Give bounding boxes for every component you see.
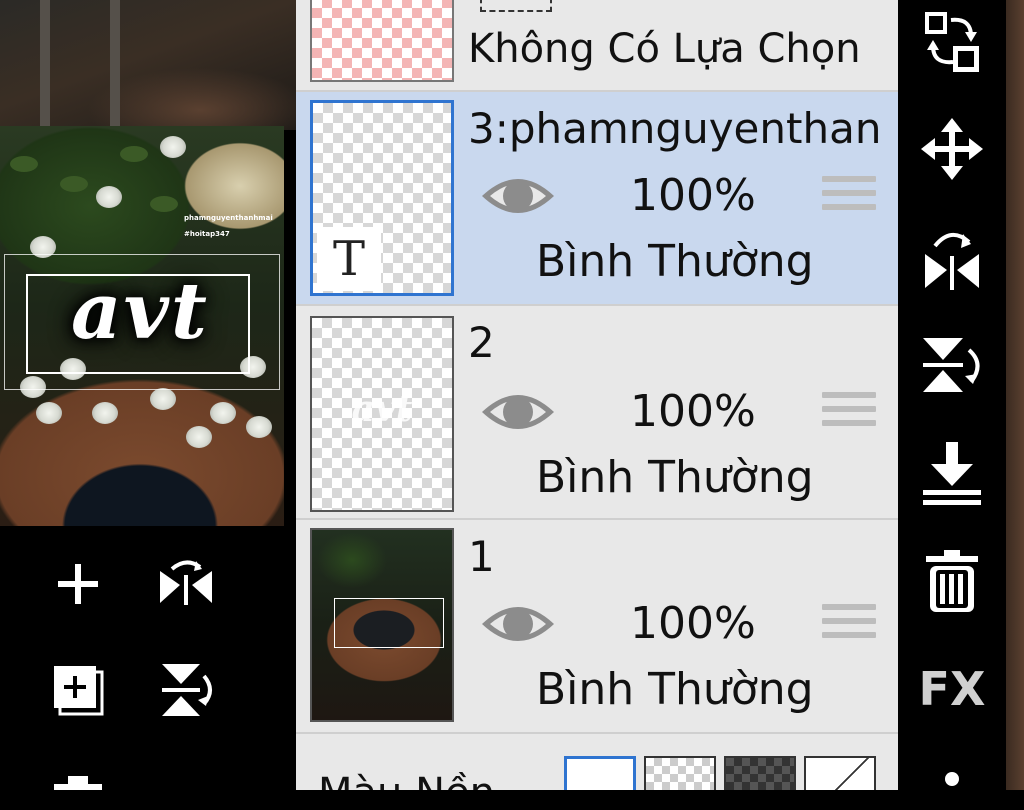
layers-panel: Không Có Lựa Chọn T 3:phamnguyenthan 100…: [296, 0, 898, 790]
camera-button[interactable]: [48, 760, 108, 790]
blend-mode[interactable]: Bình Thường: [536, 452, 814, 503]
background-pole: [110, 0, 120, 130]
text-layer-indicator: T: [317, 227, 381, 291]
canvas-watermark: phamnguyenthanhmai: [184, 214, 273, 222]
plus-icon: [58, 564, 98, 604]
bg-swatch-transparent[interactable]: [644, 756, 716, 790]
layer-name[interactable]: 1: [468, 532, 495, 581]
move-icon: [921, 118, 983, 180]
fx-button[interactable]: FX: [914, 654, 990, 724]
flip-vertical-button[interactable]: [156, 660, 216, 720]
right-toolbar: FX: [898, 0, 1006, 790]
flower: [246, 416, 272, 438]
background-pole: [40, 0, 50, 130]
merge-down-button[interactable]: [914, 438, 990, 508]
visibility-toggle[interactable]: [480, 386, 556, 442]
delete-layer-button[interactable]: [914, 546, 990, 616]
eye-icon: [482, 179, 554, 213]
flip-vertical-button[interactable]: [914, 330, 990, 400]
blend-mode[interactable]: Bình Thường: [536, 664, 814, 715]
layer-opacity[interactable]: 100%: [630, 170, 756, 221]
layer-thumbnail[interactable]: avt: [310, 316, 454, 512]
flower: [186, 426, 212, 448]
flip-horizontal-button[interactable]: [156, 554, 216, 614]
leaf: [150, 196, 178, 212]
eye-icon: [482, 395, 554, 429]
layer-name[interactable]: 3:phamnguyenthan: [468, 104, 881, 153]
leaf: [120, 146, 148, 162]
more-button[interactable]: [914, 740, 990, 810]
blend-mode[interactable]: Bình Thường: [536, 236, 814, 287]
flip-vertical-icon: [923, 338, 980, 392]
fx-icon: FX: [918, 662, 986, 716]
flower: [160, 136, 186, 158]
background-photo: [0, 0, 296, 130]
bg-swatch-none[interactable]: [804, 756, 876, 790]
selection-box[interactable]: [26, 274, 250, 374]
layer-name[interactable]: 2: [468, 318, 495, 367]
layer-row-3[interactable]: T 3:phamnguyenthan 100% Bình Thường: [296, 92, 898, 306]
visibility-toggle[interactable]: [480, 598, 556, 654]
swap-layers-button[interactable]: [914, 6, 990, 76]
thumbnail-frame: [334, 598, 444, 648]
flower: [150, 388, 176, 410]
bg-swatch-white[interactable]: [564, 756, 636, 790]
flower: [210, 402, 236, 424]
layer-thumbnail[interactable]: T: [310, 100, 454, 296]
background-color-label: Màu Nền: [318, 770, 495, 790]
duplicate-layer-button[interactable]: [48, 660, 108, 720]
move-button[interactable]: [914, 114, 990, 184]
canvas-watermark-tag: #hoitap347: [184, 230, 230, 238]
bg-swatch-dark-checker[interactable]: [724, 756, 796, 790]
reorder-handle[interactable]: [822, 392, 876, 430]
reorder-handle[interactable]: [822, 604, 876, 642]
layer-row-1[interactable]: 1 100% Bình Thường: [296, 520, 898, 734]
canvas-preview[interactable]: phamnguyenthanhmai #hoitap347 avt: [0, 126, 284, 526]
reorder-handle[interactable]: [822, 176, 876, 214]
more-icon: [945, 772, 959, 786]
flower: [92, 402, 118, 424]
merge-down-icon: [923, 442, 981, 505]
layer-row-2[interactable]: avt 2 100% Bình Thường: [296, 306, 898, 520]
layer-row-selection[interactable]: Không Có Lựa Chọn: [296, 0, 898, 92]
layer-opacity[interactable]: 100%: [630, 598, 756, 649]
swap-layers-icon: [925, 12, 979, 72]
flip-vertical-icon: [162, 664, 212, 716]
layer-thumbnail[interactable]: [310, 0, 454, 82]
eye-icon: [482, 607, 554, 641]
flower: [36, 402, 62, 424]
layer-thumbnail[interactable]: [310, 528, 454, 722]
flip-horizontal-icon: [160, 560, 212, 605]
selection-icon: [480, 0, 552, 12]
flip-horizontal-icon: [925, 233, 979, 290]
add-layer-button[interactable]: [48, 554, 108, 614]
flower: [96, 186, 122, 208]
trash-icon: [926, 550, 978, 612]
leaf: [60, 176, 88, 192]
canvas-area[interactable]: phamnguyenthanhmai #hoitap347 avt: [0, 0, 296, 790]
flip-horizontal-button[interactable]: [914, 224, 990, 294]
layer-opacity[interactable]: 100%: [630, 386, 756, 437]
layer-name: Không Có Lựa Chọn: [468, 26, 861, 72]
leaf: [10, 156, 38, 172]
layer-thumbnail-text: avt: [351, 388, 413, 430]
background-photo-edge: [1006, 0, 1024, 790]
camera-icon: [54, 776, 102, 790]
duplicate-layer-icon: [54, 666, 104, 716]
visibility-toggle[interactable]: [480, 170, 556, 226]
